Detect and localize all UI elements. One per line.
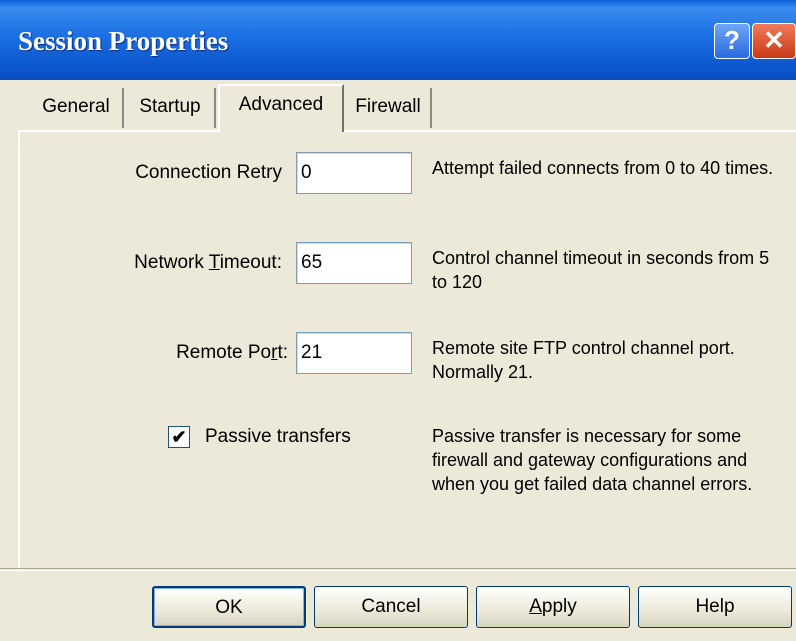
apply-button[interactable]: Apply xyxy=(476,586,630,628)
passive-transfers-description: Passive transfer is necessary for some f… xyxy=(432,426,753,494)
window-title: Session Properties xyxy=(18,26,229,56)
ok-button[interactable]: OK xyxy=(152,586,306,628)
help-icon-button[interactable]: ? xyxy=(714,23,750,59)
tab-advanced[interactable]: Advanced xyxy=(218,84,344,132)
help-button[interactable]: Help xyxy=(638,586,792,628)
connection-retry-description: Attempt failed connects from 0 to 40 tim… xyxy=(432,158,774,178)
connection-retry-input[interactable] xyxy=(296,152,412,194)
connection-retry-label: Connection Retry xyxy=(135,162,282,183)
tab-startup[interactable]: Startup xyxy=(126,88,216,128)
title-bar: Session Properties ? ✕ xyxy=(0,0,796,80)
cancel-button[interactable]: Cancel xyxy=(314,586,468,628)
network-timeout-description: Control channel timeout in seconds from … xyxy=(432,248,770,292)
network-timeout-label: Network Timeout: xyxy=(134,252,282,273)
button-divider xyxy=(0,568,796,571)
remote-port-description: Remote site FTP control channel port. No… xyxy=(432,338,735,382)
remote-port-input[interactable] xyxy=(296,332,412,374)
passive-transfers-label[interactable]: Passive transfers xyxy=(205,426,351,448)
remote-port-label: Remote Port: xyxy=(176,342,288,363)
network-timeout-input[interactable] xyxy=(296,242,412,284)
tab-firewall[interactable]: Firewall xyxy=(346,88,432,128)
close-icon-button[interactable]: ✕ xyxy=(752,23,796,59)
tab-general[interactable]: General xyxy=(30,88,124,128)
passive-transfers-checkbox[interactable]: ✔ xyxy=(168,426,190,448)
